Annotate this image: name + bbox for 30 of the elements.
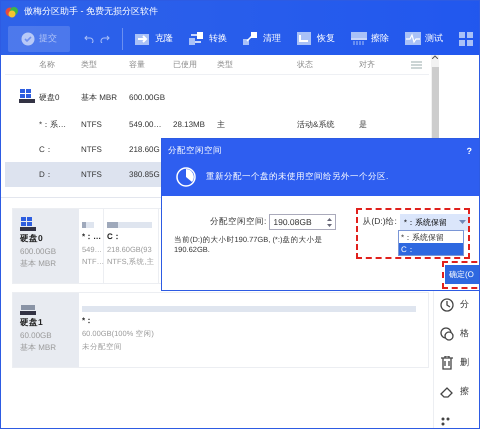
table-cell: *：系… — [39, 119, 66, 130]
partition-name: *： — [82, 315, 94, 326]
table-cell: 主 — [217, 119, 225, 130]
partition-name: *：… — [82, 231, 102, 242]
size-label: 分配空闲空间: — [210, 216, 266, 228]
table-cell: 28.13MB — [173, 120, 206, 129]
dialog-title: 分配空闲空间 — [168, 145, 222, 157]
disk-type: 基本 MBR — [20, 342, 57, 353]
table-cell: 380.85G — [129, 170, 160, 179]
disk-size: 60.00GB — [20, 331, 53, 340]
from-label: 从(D:)给: — [362, 216, 397, 228]
table-cell: 600.00GB — [129, 92, 166, 102]
table-cell: D： — [39, 169, 53, 180]
table-cell: 活动&系统 — [297, 119, 334, 130]
table-cell: C： — [39, 144, 53, 155]
disk-type: 基本 MBR — [20, 258, 57, 269]
table-cell: 218.60G — [129, 145, 160, 154]
table-cell: 549.00… — [129, 120, 162, 129]
disk-name: 硬盘1 — [20, 317, 44, 329]
table-cell: NTFS — [81, 120, 102, 129]
table-cell: 硬盘0 — [39, 92, 60, 102]
table-cell: 基本 MBR — [81, 92, 117, 102]
dialog-description: 重新分配一个盘的未使用空间给另外一个分区. — [206, 171, 388, 183]
disk-size: 600.00GB — [20, 247, 58, 256]
disk-name: 硬盘0 — [20, 233, 44, 245]
partition-name: C： — [107, 231, 122, 242]
table-cell: 是 — [359, 119, 367, 130]
window-title: 傲梅分区助手 - 免费无损分区软件 — [24, 5, 158, 18]
table-cell: NTFS — [81, 145, 102, 154]
table-cell: NTFS — [81, 170, 102, 179]
